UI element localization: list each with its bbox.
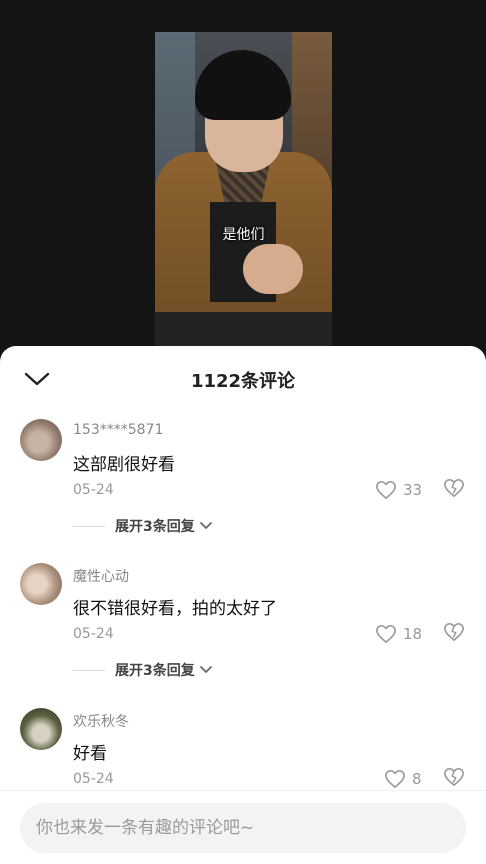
expand-replies-label: 展开3条回复 — [115, 663, 195, 679]
like-button[interactable]: 18 — [375, 622, 422, 646]
comment-username[interactable]: 欢乐秋冬 — [73, 711, 129, 731]
like-count: 8 — [412, 770, 422, 788]
heart-icon — [376, 625, 396, 643]
dislike-button[interactable] — [443, 767, 467, 791]
avatar[interactable] — [20, 563, 62, 605]
comment-item: 153****5871 这部剧很好看 05-24 33 展开3条回复 — [0, 419, 486, 569]
divider — [73, 525, 105, 527]
dislike-button[interactable] — [443, 622, 467, 646]
dislike-button[interactable] — [443, 478, 467, 502]
broken-heart-icon — [444, 768, 464, 786]
avatar[interactable] — [20, 419, 62, 461]
expand-replies-label: 展开3条回复 — [115, 519, 195, 535]
heart-icon — [376, 481, 396, 499]
avatar[interactable] — [20, 708, 62, 750]
video-figure-hands — [243, 244, 303, 294]
comment-input-bar — [0, 790, 486, 864]
comment-item: 魔性心动 很不错很好看，拍的太好了 05-24 18 展开3条回复 — [0, 563, 486, 713]
video-figure-hair — [195, 50, 291, 120]
divider — [73, 669, 105, 671]
expand-replies-button[interactable]: 展开3条回复 — [73, 659, 213, 681]
like-button[interactable]: 33 — [375, 478, 422, 502]
comment-username[interactable]: 魔性心动 — [73, 566, 129, 586]
comment-username[interactable]: 153****5871 — [73, 422, 163, 438]
comment-date: 05-24 — [73, 626, 114, 642]
comment-text[interactable]: 这部剧很好看 — [73, 450, 175, 475]
video-player[interactable]: 是他们 — [0, 0, 486, 360]
comment-input[interactable] — [20, 803, 466, 853]
like-count: 33 — [403, 481, 423, 499]
chevron-down-icon — [199, 666, 212, 673]
comment-text[interactable]: 很不错很好看，拍的太好了 — [73, 594, 277, 619]
chevron-down-icon — [199, 522, 212, 529]
video-subtitle: 是他们 — [222, 227, 265, 243]
heart-icon — [385, 770, 405, 788]
comments-header: 1122条评论 — [0, 346, 486, 410]
video-frame[interactable]: 是他们 — [155, 32, 332, 352]
like-button[interactable]: 8 — [384, 767, 422, 791]
comment-text[interactable]: 好看 — [73, 739, 107, 764]
like-count: 18 — [403, 625, 423, 643]
comments-title: 1122条评论 — [190, 371, 296, 392]
comments-sheet: 1122条评论 153****5871 这部剧很好看 05-24 33 展开3条… — [0, 346, 486, 864]
expand-replies-button[interactable]: 展开3条回复 — [73, 515, 213, 537]
comment-date: 05-24 — [73, 771, 114, 787]
comment-date: 05-24 — [73, 482, 114, 498]
broken-heart-icon — [444, 623, 464, 641]
broken-heart-icon — [444, 479, 464, 497]
